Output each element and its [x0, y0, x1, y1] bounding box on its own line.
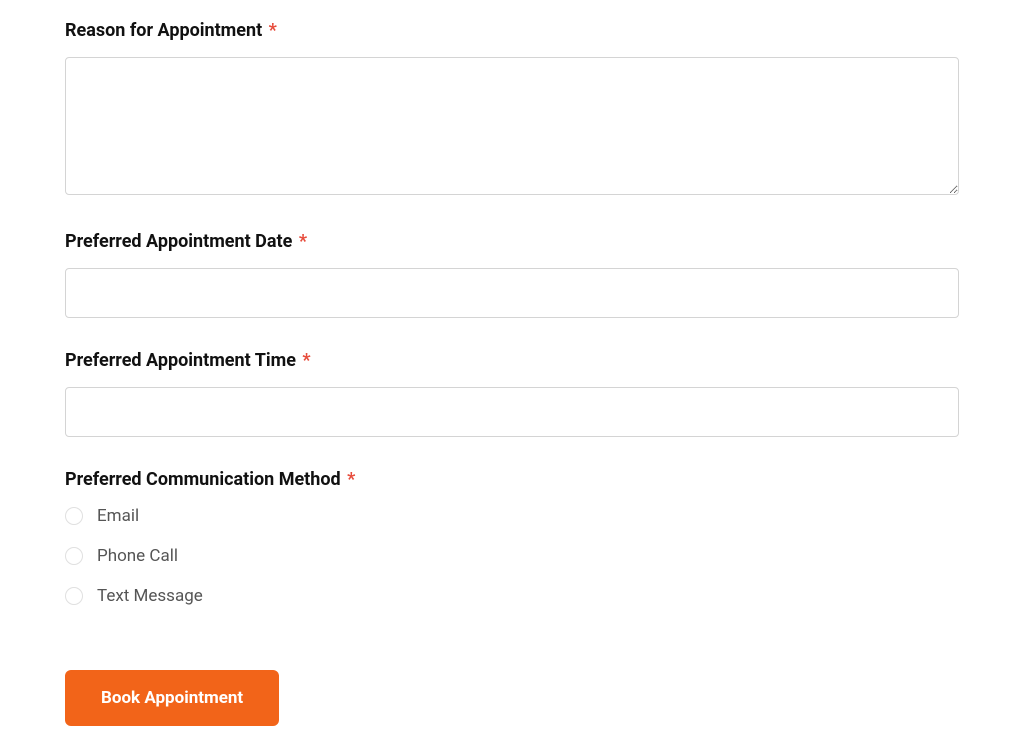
reason-label: Reason for Appointment * — [65, 20, 959, 41]
required-marker: * — [299, 231, 307, 252]
radio-circle[interactable] — [65, 587, 83, 605]
radio-label: Text Message — [97, 586, 203, 606]
radio-option-phone[interactable]: Phone Call — [65, 546, 959, 566]
radio-option-text[interactable]: Text Message — [65, 586, 959, 606]
radio-label: Phone Call — [97, 546, 178, 566]
communication-label-text: Preferred Communication Method — [65, 469, 341, 490]
book-appointment-button[interactable]: Book Appointment — [65, 670, 279, 726]
reason-textarea[interactable] — [65, 57, 959, 195]
required-marker: * — [302, 350, 310, 371]
radio-circle[interactable] — [65, 547, 83, 565]
date-label-text: Preferred Appointment Date — [65, 231, 292, 252]
required-marker: * — [347, 469, 355, 490]
time-label: Preferred Appointment Time * — [65, 350, 959, 371]
radio-option-email[interactable]: Email — [65, 506, 959, 526]
radio-label: Email — [97, 506, 139, 526]
communication-label: Preferred Communication Method * — [65, 469, 959, 490]
radio-circle[interactable] — [65, 507, 83, 525]
communication-radio-group: Email Phone Call Text Message — [65, 506, 959, 606]
date-input[interactable] — [65, 268, 959, 318]
reason-label-text: Reason for Appointment — [65, 20, 262, 41]
time-input[interactable] — [65, 387, 959, 437]
required-marker: * — [269, 20, 277, 41]
date-label: Preferred Appointment Date * — [65, 231, 959, 252]
time-label-text: Preferred Appointment Time — [65, 350, 296, 371]
